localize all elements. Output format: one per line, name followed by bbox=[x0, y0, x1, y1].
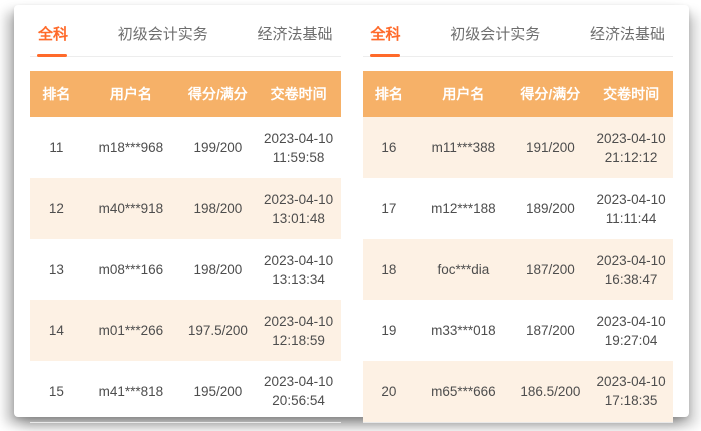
column-header-rank: 排名 bbox=[30, 71, 83, 117]
score-cell: 197.5/200 bbox=[179, 300, 257, 361]
username-cell: m11***388 bbox=[415, 117, 512, 178]
table-row: 11 m18***968 199/200 2023-04-10 11:59:58 bbox=[30, 117, 341, 178]
table-row: 12 m40***918 198/200 2023-04-10 13:01:48 bbox=[30, 178, 341, 239]
tab-bar: 全科 初级会计实务 经济法基础 bbox=[30, 17, 341, 57]
submit-time-cell: 2023-04-10 13:13:34 bbox=[264, 252, 334, 287]
tab-economic-law-basics[interactable]: 经济法基础 bbox=[255, 23, 334, 56]
username-cell: m65***666 bbox=[415, 361, 512, 423]
table-header-row: 排名 用户名 得分/满分 交卷时间 bbox=[362, 71, 673, 117]
rank-cell: 20 bbox=[362, 361, 416, 423]
username-cell: m12***188 bbox=[431, 201, 496, 216]
tab-economic-law-basics[interactable]: 经济法基础 bbox=[588, 23, 667, 56]
leaderboard-panel-left: 全科 初级会计实务 经济法基础 排名 用户名 得分/满分 交卷时间 11 m18… bbox=[30, 17, 341, 423]
table-header-row: 排名 用户名 得分/满分 交卷时间 bbox=[30, 71, 341, 117]
rank-cell: 11 bbox=[49, 140, 64, 155]
rank-cell: 17 bbox=[381, 201, 397, 216]
page-background: 全科 初级会计实务 经济法基础 排名 用户名 得分/满分 交卷时间 11 m18… bbox=[0, 0, 701, 431]
tab-all-subjects[interactable]: 全科 bbox=[369, 23, 403, 57]
submit-time-cell: 2023-04-10 13:01:48 bbox=[256, 178, 341, 239]
submit-time-cell: 2023-04-10 17:18:35 bbox=[589, 361, 673, 423]
submit-time-cell: 2023-04-10 12:18:59 bbox=[256, 300, 341, 361]
ranking-table: 排名 用户名 得分/满分 交卷时间 11 m18***968 199/200 2… bbox=[30, 71, 341, 423]
username-cell: m41***818 bbox=[82, 361, 180, 423]
rank-cell: 19 bbox=[381, 323, 397, 338]
column-header-score: 得分/满分 bbox=[179, 71, 257, 117]
submit-time-cell: 2023-04-10 16:38:47 bbox=[589, 239, 673, 300]
column-header-rank: 排名 bbox=[362, 71, 416, 117]
tab-elementary-accounting-practice[interactable]: 初级会计实务 bbox=[448, 23, 542, 56]
submit-time-cell: 2023-04-10 19:27:04 bbox=[596, 313, 666, 348]
ranking-table: 排名 用户名 得分/满分 交卷时间 16 m11***388 191/200 2… bbox=[362, 71, 674, 423]
table-row: 19 m33***018 187/200 2023-04-10 19:27:04 bbox=[363, 300, 674, 361]
score-cell: 186.5/200 bbox=[511, 361, 590, 423]
table-row: 14 m01***266 197.5/200 2023-04-10 12:18:5… bbox=[30, 300, 341, 361]
table-row: 15 m41***818 195/200 2023-04-10 20:56:54 bbox=[30, 361, 341, 423]
rank-cell: 16 bbox=[362, 117, 416, 178]
table-row: 20 m65***666 186.5/200 2023-04-10 17:18:3… bbox=[362, 361, 673, 423]
username-cell: m40***918 bbox=[82, 178, 180, 239]
table-row: 13 m08***166 198/200 2023-04-10 13:13:34 bbox=[30, 239, 341, 300]
submit-time-cell: 2023-04-10 11:59:58 bbox=[264, 130, 334, 165]
tab-elementary-accounting-practice[interactable]: 初级会计实务 bbox=[116, 23, 210, 56]
column-header-user: 用户名 bbox=[415, 71, 512, 117]
username-cell: m08***166 bbox=[98, 262, 164, 277]
column-header-time: 交卷时间 bbox=[589, 71, 673, 117]
submit-time-cell: 2023-04-10 11:11:44 bbox=[596, 191, 666, 226]
leaderboard-card: 全科 初级会计实务 经济法基础 排名 用户名 得分/满分 交卷时间 11 m18… bbox=[14, 5, 689, 423]
rank-cell: 13 bbox=[48, 262, 64, 277]
score-cell: 198/200 bbox=[193, 262, 243, 277]
column-header-user: 用户名 bbox=[82, 71, 180, 117]
table-row: 17 m12***188 189/200 2023-04-10 11:11:44 bbox=[363, 178, 674, 239]
score-cell: 187/200 bbox=[525, 323, 575, 338]
rank-cell: 18 bbox=[362, 239, 416, 300]
score-cell: 187/200 bbox=[511, 239, 590, 300]
tab-bar: 全科 初级会计实务 经济法基础 bbox=[362, 17, 673, 57]
username-cell: m01***266 bbox=[82, 300, 180, 361]
score-cell: 191/200 bbox=[511, 117, 590, 178]
score-cell: 199/200 bbox=[193, 140, 243, 155]
score-cell: 189/200 bbox=[525, 201, 575, 216]
submit-time-cell: 2023-04-10 21:12:12 bbox=[589, 117, 673, 178]
rank-cell: 14 bbox=[30, 300, 83, 361]
username-cell: m33***018 bbox=[431, 323, 496, 338]
table-row: 18 foc***dia 187/200 2023-04-10 16:38:47 bbox=[362, 239, 673, 300]
rank-cell: 15 bbox=[30, 361, 83, 423]
score-cell: 198/200 bbox=[179, 178, 257, 239]
score-cell: 195/200 bbox=[179, 361, 257, 423]
column-header-time: 交卷时间 bbox=[256, 71, 341, 117]
tab-all-subjects[interactable]: 全科 bbox=[36, 23, 70, 57]
leaderboard-panel-right: 全科 初级会计实务 经济法基础 排名 用户名 得分/满分 交卷时间 16 m11… bbox=[362, 17, 673, 423]
username-cell: foc***dia bbox=[415, 239, 512, 300]
rank-cell: 12 bbox=[30, 178, 83, 239]
table-row: 16 m11***388 191/200 2023-04-10 21:12:12 bbox=[362, 117, 673, 178]
submit-time-cell: 2023-04-10 20:56:54 bbox=[256, 361, 341, 423]
username-cell: m18***968 bbox=[98, 140, 164, 155]
column-header-score: 得分/满分 bbox=[511, 71, 590, 117]
